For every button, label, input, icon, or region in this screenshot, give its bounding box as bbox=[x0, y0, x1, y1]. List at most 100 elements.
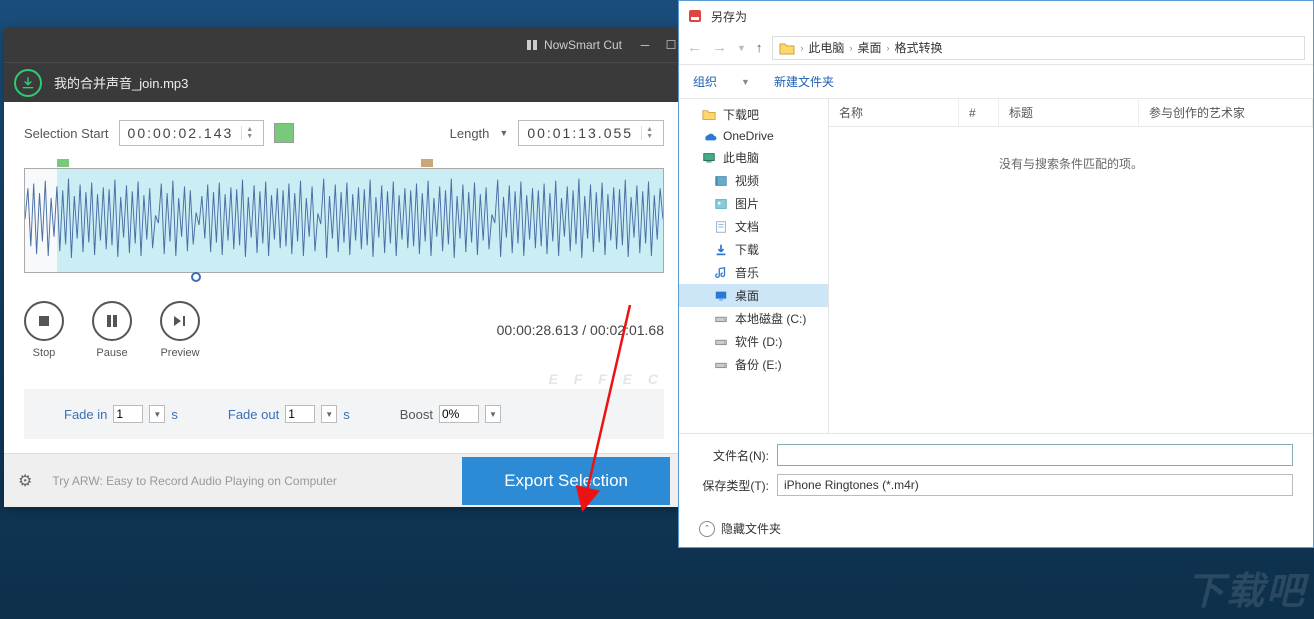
tree-item-本地磁盘 (C:)[interactable]: 本地磁盘 (C:) bbox=[679, 307, 828, 330]
playhead-indicator[interactable] bbox=[191, 272, 201, 282]
tree-label: 本地磁盘 (C:) bbox=[735, 310, 806, 327]
minimize-button[interactable]: ─ bbox=[632, 28, 658, 62]
tree-item-文档[interactable]: 文档 bbox=[679, 215, 828, 238]
nav-back-icon[interactable]: ← bbox=[687, 39, 702, 56]
fade-out-label: Fade out bbox=[228, 407, 279, 422]
selection-start-value: 00:00:02.143 bbox=[128, 125, 234, 141]
tree-item-下载[interactable]: 下载 bbox=[679, 238, 828, 261]
app-footer: ⚙ Try ARW: Easy to Record Audio Playing … bbox=[4, 453, 684, 507]
crumb-1[interactable]: 桌面 bbox=[857, 39, 881, 56]
stop-label: Stop bbox=[33, 347, 56, 359]
download-icon[interactable] bbox=[14, 69, 42, 97]
filetype-combo[interactable]: iPhone Ringtones (*.m4r) bbox=[777, 474, 1293, 496]
preview-button[interactable]: Preview bbox=[160, 301, 200, 359]
boost-input[interactable] bbox=[439, 405, 479, 423]
organize-button[interactable]: 组织 bbox=[693, 73, 717, 90]
app-brand: NowSmart Cut bbox=[516, 38, 632, 52]
tree-item-图片[interactable]: 图片 bbox=[679, 192, 828, 215]
crumb-0[interactable]: 此电脑 bbox=[808, 39, 844, 56]
tree-item-备份 (E:)[interactable]: 备份 (E:) bbox=[679, 353, 828, 376]
effects-heading: E F F E C bbox=[24, 371, 664, 387]
video-icon bbox=[713, 174, 729, 188]
fade-out-group: Fade out ▼ s bbox=[228, 405, 350, 423]
fade-in-dropdown[interactable]: ▼ bbox=[149, 405, 165, 423]
selection-start-input[interactable]: 00:00:02.143 ▲▼ bbox=[119, 120, 265, 146]
filename-input[interactable] bbox=[777, 444, 1293, 466]
folder-icon bbox=[779, 41, 795, 55]
selection-color-swatch[interactable] bbox=[274, 123, 294, 143]
boost-dropdown[interactable]: ▼ bbox=[485, 405, 501, 423]
selection-start-label: Selection Start bbox=[24, 126, 109, 141]
drive-icon bbox=[713, 358, 729, 372]
tree-item-视频[interactable]: 视频 bbox=[679, 169, 828, 192]
col-name[interactable]: 名称 bbox=[829, 99, 959, 126]
fade-out-unit: s bbox=[343, 407, 350, 422]
tree-item-此电脑[interactable]: 此电脑 bbox=[679, 146, 828, 169]
filename-label: 文件名(N): bbox=[699, 447, 769, 464]
nav-up-icon[interactable]: ↑ bbox=[756, 40, 763, 55]
save-dialog-icon bbox=[687, 8, 703, 24]
folder-tree[interactable]: 下载吧 OneDrive 此电脑视频图片文档下载音乐桌面本地磁盘 (C:) 软件 (D… bbox=[679, 99, 829, 433]
app-title: NowSmart Cut bbox=[544, 38, 622, 52]
tree-label: 文档 bbox=[735, 218, 759, 235]
pause-label: Pause bbox=[96, 347, 127, 359]
crumb-2[interactable]: 格式转换 bbox=[894, 39, 942, 56]
brand-icon bbox=[526, 39, 538, 51]
app-titlebar: NowSmart Cut ─ ☐ bbox=[4, 28, 684, 62]
tree-item-OneDrive[interactable]: OneDrive bbox=[679, 126, 828, 146]
col-num[interactable]: # bbox=[959, 99, 999, 126]
tree-item-软件 (D:)[interactable]: 软件 (D:) bbox=[679, 330, 828, 353]
length-input[interactable]: 00:01:13.055 ▲▼ bbox=[518, 120, 664, 146]
new-folder-button[interactable]: 新建文件夹 bbox=[774, 73, 834, 90]
thispc-icon bbox=[701, 151, 717, 165]
settings-icon[interactable]: ⚙ bbox=[18, 471, 32, 491]
export-selection-button[interactable]: Export Selection bbox=[462, 457, 670, 505]
download-icon bbox=[713, 243, 729, 257]
app-body: Selection Start 00:00:02.143 ▲▼ Length ▼… bbox=[4, 102, 684, 453]
organize-chevron-icon[interactable]: ▼ bbox=[741, 77, 750, 87]
tree-item-桌面[interactable]: 桌面 bbox=[679, 284, 828, 307]
length-dropdown-icon[interactable]: ▼ bbox=[499, 128, 508, 138]
hide-folders-label: 隐藏文件夹 bbox=[721, 520, 781, 537]
save-as-dialog: 另存为 ← → ▼ ↑ › 此电脑› 桌面› 格式转换 组织 ▼ 新建文件夹 下… bbox=[678, 0, 1314, 548]
pause-button[interactable]: Pause bbox=[92, 301, 132, 359]
tree-item-音乐[interactable]: 音乐 bbox=[679, 261, 828, 284]
tree-label: 视频 bbox=[735, 172, 759, 189]
audio-editor-window: NowSmart Cut ─ ☐ 我的合并声音_join.mp3 Selecti… bbox=[4, 28, 684, 507]
fade-out-input[interactable] bbox=[285, 405, 315, 423]
dialog-title: 另存为 bbox=[711, 8, 747, 25]
tree-label: OneDrive bbox=[723, 129, 774, 143]
col-artist[interactable]: 参与创作的艺术家 bbox=[1139, 99, 1313, 126]
tree-label: 软件 (D:) bbox=[735, 333, 782, 350]
marker-play[interactable] bbox=[421, 159, 433, 167]
waveform[interactable] bbox=[24, 168, 664, 273]
nav-forward-icon[interactable]: → bbox=[712, 39, 727, 56]
file-bar: 我的合并声音_join.mp3 bbox=[4, 62, 684, 102]
boost-group: Boost ▼ bbox=[400, 405, 501, 423]
tree-label: 此电脑 bbox=[723, 149, 759, 166]
col-title[interactable]: 标题 bbox=[999, 99, 1139, 126]
breadcrumb[interactable]: › 此电脑› 桌面› 格式转换 bbox=[772, 36, 1305, 60]
preview-label: Preview bbox=[160, 347, 199, 359]
doc-icon bbox=[713, 220, 729, 234]
dialog-bottom: 文件名(N): 保存类型(T): iPhone Ringtones (*.m4r… bbox=[679, 433, 1313, 510]
tree-label: 桌面 bbox=[735, 287, 759, 304]
tree-item-下载吧[interactable]: 下载吧 bbox=[679, 103, 828, 126]
open-filename: 我的合并声音_join.mp3 bbox=[54, 73, 188, 92]
file-list-pane: 名称 # 标题 参与创作的艺术家 没有与搜索条件匹配的项。 bbox=[829, 99, 1313, 433]
selection-start-spinner[interactable]: ▲▼ bbox=[241, 126, 255, 140]
time-current: 00:00:28.613 bbox=[497, 322, 579, 338]
hide-folders-toggle[interactable]: ˆ 隐藏文件夹 bbox=[679, 510, 1313, 547]
length-value: 00:01:13.055 bbox=[527, 125, 633, 141]
wave-markers bbox=[25, 159, 663, 169]
chevron-up-icon: ˆ bbox=[699, 521, 715, 537]
try-arw-link[interactable]: Try ARW: Easy to Record Audio Playing on… bbox=[52, 474, 337, 488]
fade-out-dropdown[interactable]: ▼ bbox=[321, 405, 337, 423]
nav-recent-icon[interactable]: ▼ bbox=[737, 43, 746, 53]
marker-start[interactable] bbox=[57, 159, 69, 167]
fade-in-input[interactable] bbox=[113, 405, 143, 423]
stop-button[interactable]: Stop bbox=[24, 301, 64, 359]
music-icon bbox=[713, 266, 729, 280]
folder-yellow-icon bbox=[701, 108, 717, 122]
length-spinner[interactable]: ▲▼ bbox=[641, 126, 655, 140]
